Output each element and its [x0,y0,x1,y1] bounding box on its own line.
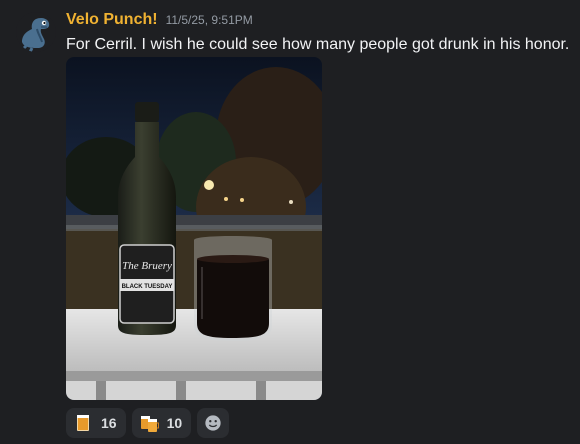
reaction-beer-mugs[interactable]: 10 [131,408,192,438]
message-header: Velo Punch! 11/5/25, 9:51PM [66,11,253,33]
image-attachment[interactable]: The Bruery BLACK TUESDAY [66,57,322,400]
message-text: For Cerril. I wish he could see how many… [66,36,570,53]
reaction-count: 16 [101,415,117,431]
beer-photo: The Bruery BLACK TUESDAY [66,57,322,400]
reaction-count: 10 [166,415,183,431]
reaction-beer-glass[interactable]: 16 [66,408,126,438]
bottle-name-label: BLACK TUESDAY [122,284,173,290]
avatar[interactable] [16,12,56,52]
username[interactable]: Velo Punch! [66,11,158,29]
beer-glass-icon [77,415,89,431]
chat-message: Velo Punch! 11/5/25, 9:51PM For Cerril. … [0,0,580,444]
dinosaur-avatar-icon [16,12,56,52]
timestamp: 11/5/25, 9:51PM [165,13,253,27]
beer-mugs-icon [140,416,159,432]
bottle-brand-label: The Bruery [122,260,172,272]
add-reaction-button[interactable] [197,408,230,438]
smiley-add-icon [205,415,221,431]
reaction-bar: 16 10 [66,408,230,438]
